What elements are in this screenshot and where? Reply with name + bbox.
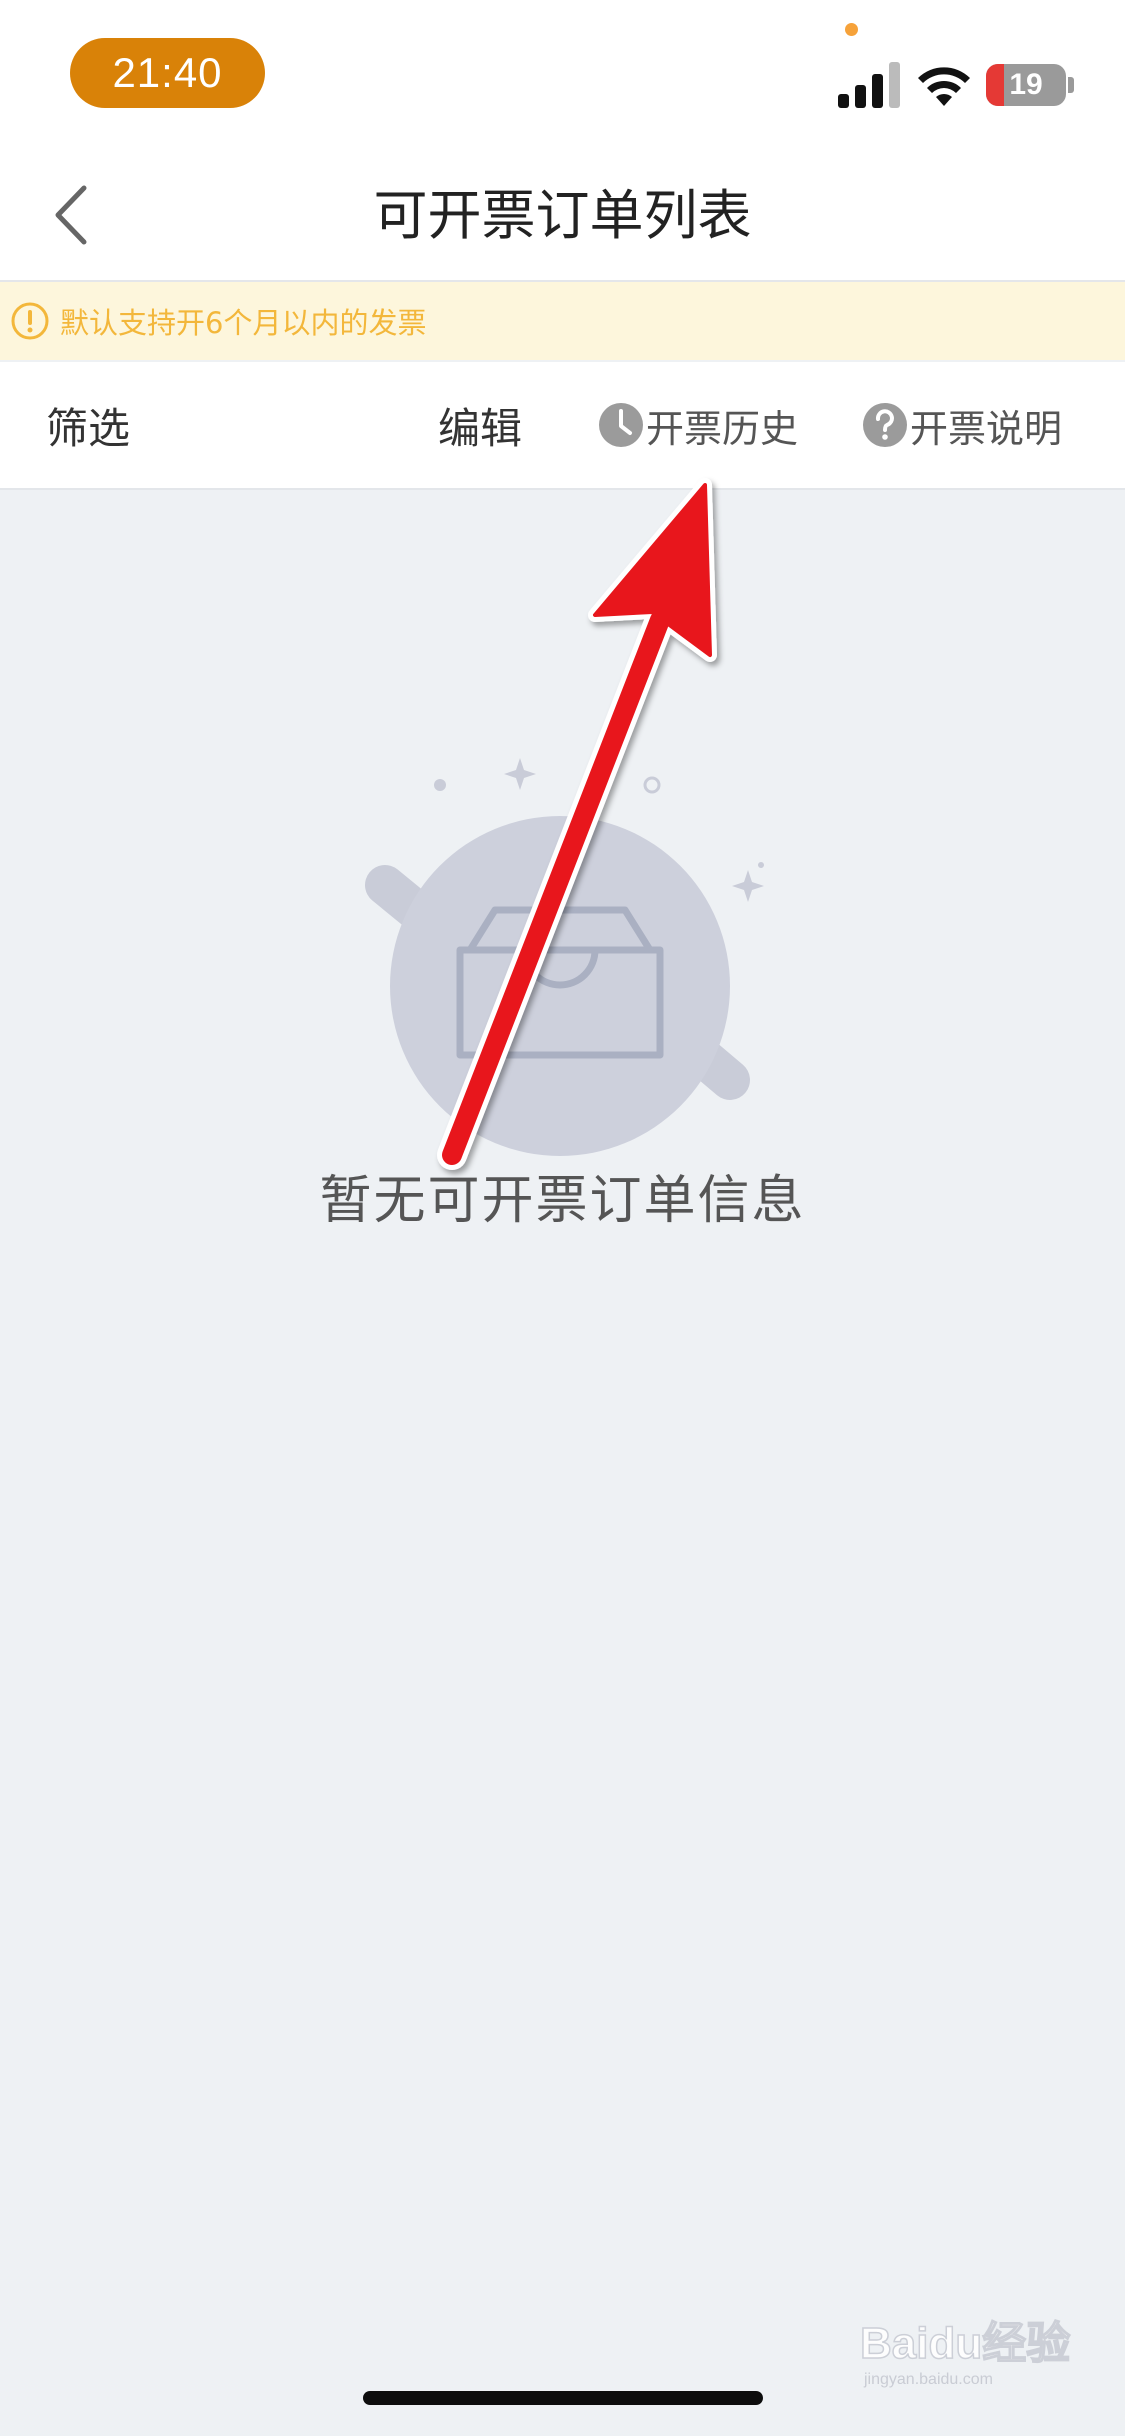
question-circle-icon	[863, 403, 907, 447]
battery-icon: 19	[986, 64, 1066, 106]
toolbar: 筛选 编辑 开票历史 开票说明	[0, 362, 1125, 490]
notice-text: 默认支持开6个月以内的发票	[60, 306, 427, 340]
edit-button[interactable]: 编辑	[438, 362, 522, 488]
battery-level: 19	[1009, 68, 1043, 101]
notice-banner: 默认支持开6个月以内的发票	[0, 282, 1125, 360]
wifi-icon	[918, 67, 970, 106]
invoice-history-label: 开票历史	[646, 406, 799, 451]
status-time: 21:40	[70, 38, 265, 108]
page-title: 可开票订单列表	[373, 183, 752, 247]
empty-state-message: 暂无可开票订单信息	[319, 1170, 806, 1231]
svg-text:jingyan.baidu.com: jingyan.baidu.com	[863, 2371, 993, 2388]
chevron-left-icon	[55, 185, 87, 245]
filter-button[interactable]: 筛选	[46, 362, 130, 488]
invoice-help-button[interactable]: 开票说明	[862, 362, 1062, 488]
status-bar: 21:40 19	[0, 0, 1125, 140]
baidu-watermark-logo: Baidu经验 jingyan.baidu.com	[860, 2318, 1071, 2388]
warning-circle-icon	[11, 302, 49, 340]
empty-inbox-icon	[365, 758, 764, 1156]
svg-text:Baidu经验: Baidu经验	[860, 2319, 1070, 2368]
invoice-help-label: 开票说明	[910, 406, 1063, 451]
privacy-indicator-dot	[845, 23, 858, 36]
home-indicator[interactable]	[363, 2391, 763, 2405]
battery-cap	[1068, 77, 1074, 93]
nav-bar: 可开票订单列表	[0, 140, 1125, 282]
signal-icon	[838, 62, 900, 108]
back-button[interactable]	[40, 180, 100, 250]
clock-icon	[599, 403, 643, 447]
invoice-history-button[interactable]: 开票历史	[598, 362, 798, 488]
